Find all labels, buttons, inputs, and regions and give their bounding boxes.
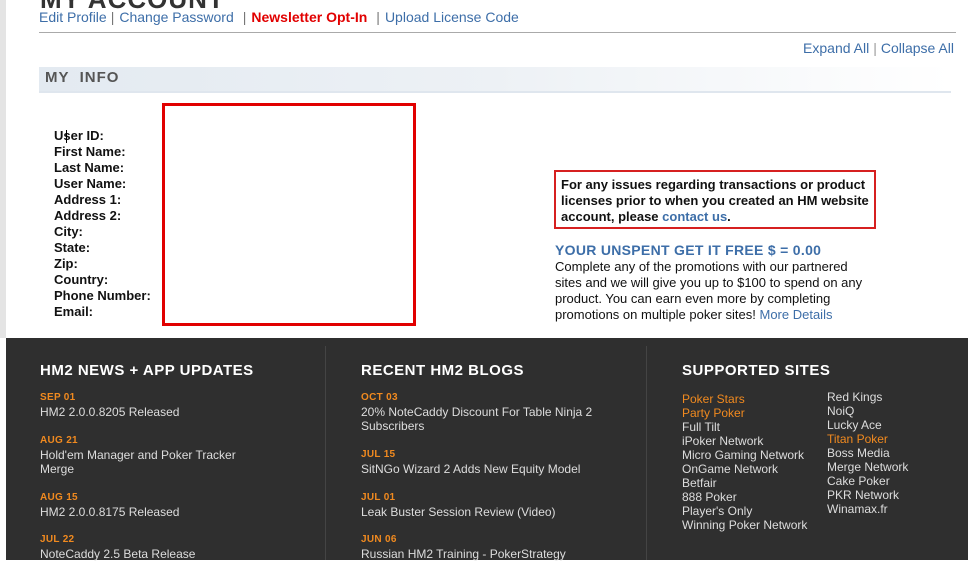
field-label-city: City: <box>54 224 83 239</box>
blog-item[interactable]: JUL 01 Leak Buster Session Review (Video… <box>361 492 631 519</box>
field-label-address-2: Address 2: <box>54 208 122 223</box>
left-page-edge <box>0 0 6 338</box>
expand-collapse-controls: Expand All | Collapse All <box>803 40 954 56</box>
field-label-last-name: Last Name: <box>54 160 125 175</box>
subnav-separator: | <box>376 9 380 25</box>
collapse-all-link[interactable]: Collapse All <box>881 40 954 56</box>
blog-title: Leak Buster Session Review (Video) <box>361 505 556 519</box>
site-link[interactable]: Lucky Ace <box>827 418 908 432</box>
news-title: Hold'em Manager and Poker Tracker Merge <box>40 448 236 476</box>
field-label-state: State: <box>54 240 91 255</box>
site-link[interactable]: Betfair <box>682 476 807 490</box>
more-details-link[interactable]: More Details <box>759 307 832 322</box>
sites-heading: SUPPORTED SITES <box>682 362 831 379</box>
expand-all-link[interactable]: Expand All <box>803 40 869 56</box>
news-item[interactable]: SEP 01 HM2 2.0.0.8205 Released <box>40 392 310 419</box>
site-link[interactable]: 888 Poker <box>682 490 807 504</box>
upload-license-link[interactable]: Upload License Code <box>385 9 519 25</box>
site-link[interactable]: Merge Network <box>827 460 908 474</box>
site-link[interactable]: Player's Only <box>682 504 807 518</box>
footer-blogs-column: RECENT HM2 BLOGS OCT 03 20% NoteCaddy Di… <box>361 338 641 561</box>
my-info-section-header[interactable]: MY INFO <box>39 67 951 93</box>
site-link[interactable]: Cake Poker <box>827 474 908 488</box>
site-link[interactable]: Party Poker <box>682 406 807 420</box>
news-title: HM2 2.0.0.8205 Released <box>40 405 180 419</box>
news-title: HM2 2.0.0.8175 Released <box>40 505 180 519</box>
subnav-separator: | <box>242 9 247 25</box>
text-cursor-icon <box>66 130 73 143</box>
field-label-first-name: First Name: <box>54 144 126 159</box>
news-date: SEP 01 <box>40 392 76 403</box>
blog-date: JUL 15 <box>361 449 396 460</box>
site-link[interactable]: Titan Poker <box>827 432 908 446</box>
footer-column-divider <box>325 346 326 560</box>
sites-list-primary: Poker Stars Party Poker Full Tilt iPoker Ne… <box>682 392 807 532</box>
my-info-heading: MY INFO <box>45 69 120 86</box>
blog-item[interactable]: OCT 03 20% NoteCaddy Discount For Table … <box>361 392 601 433</box>
site-link[interactable]: NoiQ <box>827 404 908 418</box>
blog-title: Russian HM2 Training - PokerStrategy <box>361 547 566 561</box>
field-label-country: Country: <box>54 272 109 287</box>
footer-column-divider <box>646 346 647 560</box>
news-title: NoteCaddy 2.5 Beta Release <box>40 547 196 561</box>
news-date: JUL 22 <box>40 534 75 545</box>
field-label-email: Email: <box>54 304 94 319</box>
notice-end: . <box>727 209 731 224</box>
footer-news-column: HM2 NEWS + APP UPDATES SEP 01 HM2 2.0.0.… <box>40 338 320 561</box>
blog-title: 20% NoteCaddy Discount For Table Ninja 2… <box>361 405 593 433</box>
footer-sites-column: SUPPORTED SITES Poker Stars Party Poker Fu… <box>682 338 962 560</box>
expand-separator: | <box>873 40 877 56</box>
contact-us-link[interactable]: contact us <box>662 209 727 224</box>
site-link[interactable]: Red Kings <box>827 390 908 404</box>
edit-profile-link[interactable]: Edit Profile <box>39 9 107 25</box>
site-link[interactable]: OnGame Network <box>682 462 807 476</box>
blog-date: JUN 06 <box>361 534 397 545</box>
news-item[interactable]: AUG 15 HM2 2.0.0.8175 Released <box>40 492 310 519</box>
site-link[interactable]: Boss Media <box>827 446 908 460</box>
change-password-link[interactable]: Change Password <box>119 9 233 25</box>
promotions-text: Complete any of the promotions with our … <box>555 259 875 323</box>
site-link[interactable]: Full Tilt <box>682 420 807 434</box>
blog-item[interactable]: JUL 15 SitNGo Wizard 2 Adds New Equity M… <box>361 449 631 476</box>
site-link[interactable]: Micro Gaming Network <box>682 448 807 462</box>
sites-list-secondary: Red Kings NoiQ Lucky Ace Titan Poker Boss Me… <box>827 390 908 516</box>
news-date: AUG 21 <box>40 435 78 446</box>
news-item[interactable]: JUL 22 NoteCaddy 2.5 Beta Release <box>40 534 310 561</box>
site-link[interactable]: Poker Stars <box>682 392 807 406</box>
site-footer: HM2 NEWS + APP UPDATES SEP 01 HM2 2.0.0.… <box>6 338 968 561</box>
transactions-notice: For any issues regarding transactions or… <box>554 170 876 229</box>
blog-date: OCT 03 <box>361 392 398 403</box>
blog-date: JUL 01 <box>361 492 396 503</box>
subnav-separator: | <box>110 9 115 25</box>
account-subnav: Edit Profile | Change Password | Newsletter … <box>39 9 519 25</box>
site-link[interactable]: Winamax.fr <box>827 502 908 516</box>
header-divider <box>39 32 956 33</box>
site-link[interactable]: PKR Network <box>827 488 908 502</box>
site-link[interactable]: Winning Poker Network <box>682 518 807 532</box>
news-date: AUG 15 <box>40 492 78 503</box>
field-label-address-1: Address 1: <box>54 192 122 207</box>
news-heading: HM2 NEWS + APP UPDATES <box>40 362 254 379</box>
unspent-balance-title: YOUR UNSPENT GET IT FREE $ = 0.00 <box>555 242 822 258</box>
news-item[interactable]: AUG 21 Hold'em Manager and Poker Tracker… <box>40 435 255 476</box>
blogs-heading: RECENT HM2 BLOGS <box>361 362 525 379</box>
site-link[interactable]: iPoker Network <box>682 434 807 448</box>
profile-field-labels: User ID: First Name: Last Name: User Nam… <box>54 128 151 320</box>
blog-title: SitNGo Wizard 2 Adds New Equity Model <box>361 462 581 476</box>
field-label-phone-number: Phone Number: <box>54 288 151 303</box>
blog-item[interactable]: JUN 06 Russian HM2 Training - PokerStrat… <box>361 534 631 561</box>
redacted-values-box <box>162 103 416 326</box>
newsletter-optin-link[interactable]: Newsletter Opt-In <box>251 9 367 25</box>
field-label-user-name: User Name: <box>54 176 127 191</box>
field-label-zip: Zip: <box>54 256 78 271</box>
